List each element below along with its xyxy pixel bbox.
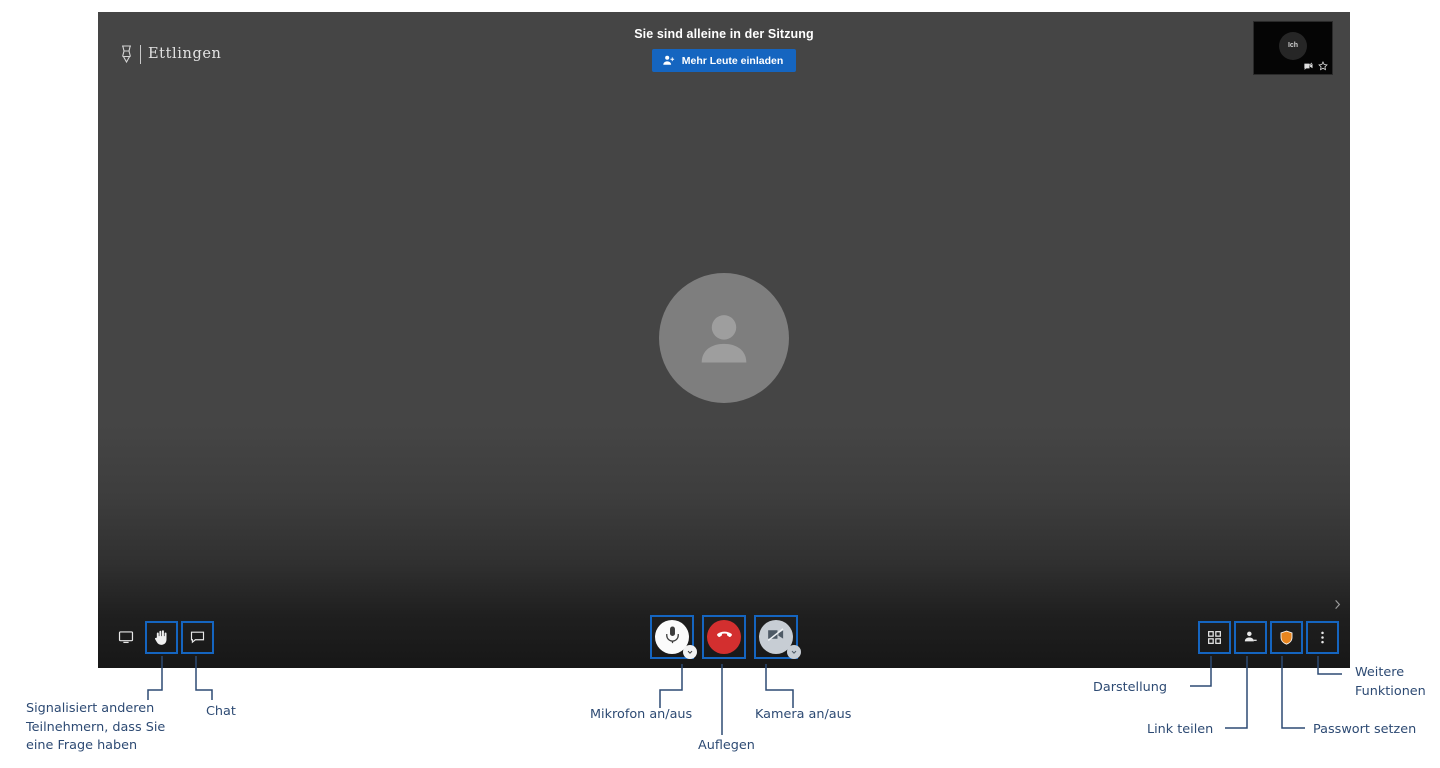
phone-hangup-icon [715, 625, 734, 649]
annotation-raise-hand: Signalisiert anderen Teilnehmern, dass S… [26, 701, 166, 754]
self-view-thumbnail[interactable]: Ich [1254, 22, 1332, 74]
session-status-text: Sie sind alleine in der Sitzung [634, 27, 814, 41]
annotation-share-link: Link teilen [1147, 722, 1214, 737]
raise-hand-button[interactable] [145, 620, 178, 654]
annotation-microphone: Mikrofon an/aus [590, 707, 693, 722]
toolbar-center-group [646, 615, 802, 659]
video-conference-window: Ettlingen Sie sind alleine in der Sitzun… [98, 12, 1350, 668]
annotation-more-functions: Weitere Funktionen [1355, 665, 1426, 699]
person-avatar-icon [659, 273, 789, 403]
self-view-status-icons [1304, 61, 1328, 71]
raised-hand-icon [154, 629, 169, 646]
annotation-password: Passwort setzen [1313, 722, 1417, 737]
chat-bubble-icon [190, 630, 205, 644]
toolbar-right-group [1192, 620, 1339, 654]
camera-toggle-button[interactable] [754, 615, 801, 659]
camera-off-icon [1304, 62, 1314, 70]
star-icon[interactable] [1318, 61, 1328, 71]
person-share-icon [1243, 630, 1258, 645]
chevron-down-icon [790, 643, 798, 661]
layout-view-button[interactable] [1198, 620, 1231, 654]
share-link-button[interactable] [1234, 620, 1267, 654]
microphone-toggle-button[interactable] [650, 615, 697, 659]
screen-share-button[interactable] [112, 624, 139, 651]
conference-toolbar [98, 606, 1350, 668]
annotation-camera: Kamera an/aus [755, 707, 852, 722]
annotation-hangup: Auflegen [698, 738, 755, 753]
grid-tiles-icon [1207, 630, 1222, 645]
invite-people-label: Mehr Leute einladen [681, 54, 784, 67]
chevron-down-icon [686, 643, 694, 661]
annotation-layout: Darstellung [1093, 680, 1167, 695]
camera-off-icon [767, 627, 785, 647]
more-vertical-icon [1315, 630, 1330, 645]
invite-people-button[interactable]: Mehr Leute einladen [651, 49, 797, 72]
monitor-screen-share-icon [118, 630, 134, 644]
microphone-icon [664, 625, 681, 649]
set-password-button[interactable] [1270, 620, 1303, 654]
screenshot-root: Ettlingen Sie sind alleine in der Sitzun… [0, 0, 1440, 768]
self-view-label: Ich [1287, 42, 1299, 50]
toolbar-left-group [112, 620, 220, 654]
session-header: Sie sind alleine in der Sitzung Mehr Leu… [98, 27, 1350, 72]
annotation-chat: Chat [206, 704, 236, 719]
microphone-options-badge[interactable] [683, 645, 697, 659]
hangup-button[interactable] [702, 615, 746, 659]
chat-button[interactable] [181, 620, 214, 654]
camera-options-badge[interactable] [787, 645, 801, 659]
person-add-icon [662, 54, 675, 67]
shield-icon [1279, 630, 1294, 645]
more-functions-button[interactable] [1306, 620, 1339, 654]
self-view-avatar: Ich [1279, 31, 1307, 60]
